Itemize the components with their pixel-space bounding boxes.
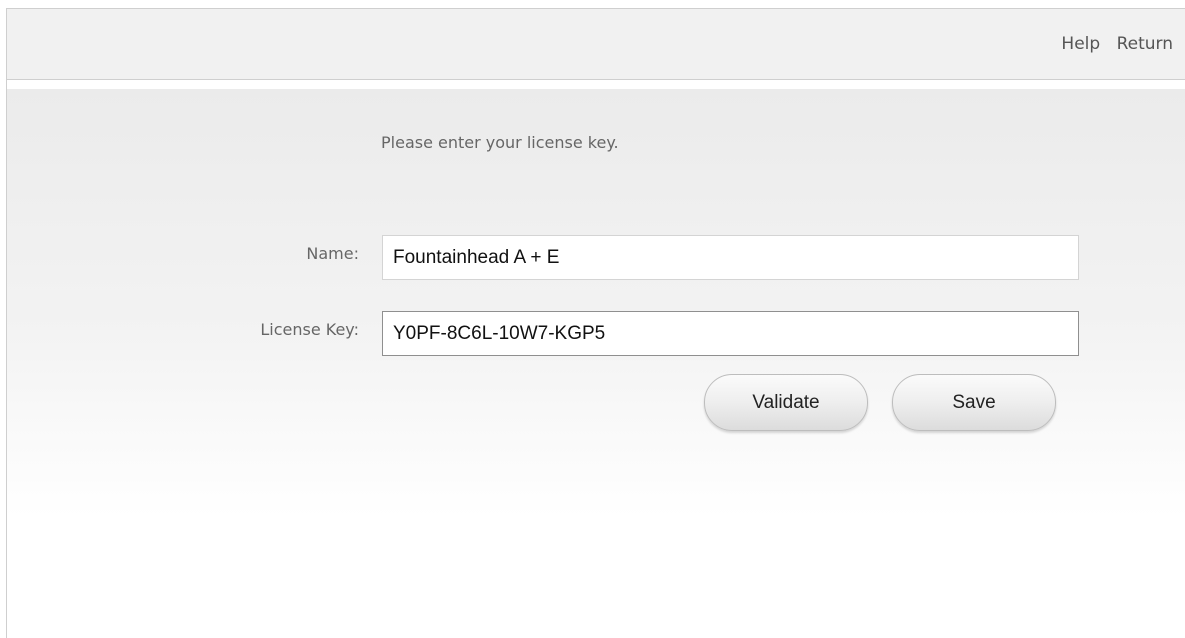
license-key-label: License Key: — [260, 320, 359, 339]
name-field[interactable] — [382, 235, 1079, 280]
help-link[interactable]: Help — [1061, 34, 1100, 54]
license-key-field[interactable] — [382, 311, 1079, 356]
save-button[interactable]: Save — [892, 374, 1056, 431]
validate-button[interactable]: Validate — [704, 374, 868, 431]
top-bar: Help Return — [7, 9, 1185, 80]
name-label: Name: — [306, 244, 359, 263]
return-link[interactable]: Return — [1117, 34, 1173, 54]
license-panel: Please enter your license key. Name: Lic… — [7, 89, 1185, 638]
app-frame: Help Return Please enter your license ke… — [6, 8, 1185, 638]
top-links: Help Return — [1050, 34, 1173, 54]
license-prompt: Please enter your license key. — [381, 133, 619, 152]
